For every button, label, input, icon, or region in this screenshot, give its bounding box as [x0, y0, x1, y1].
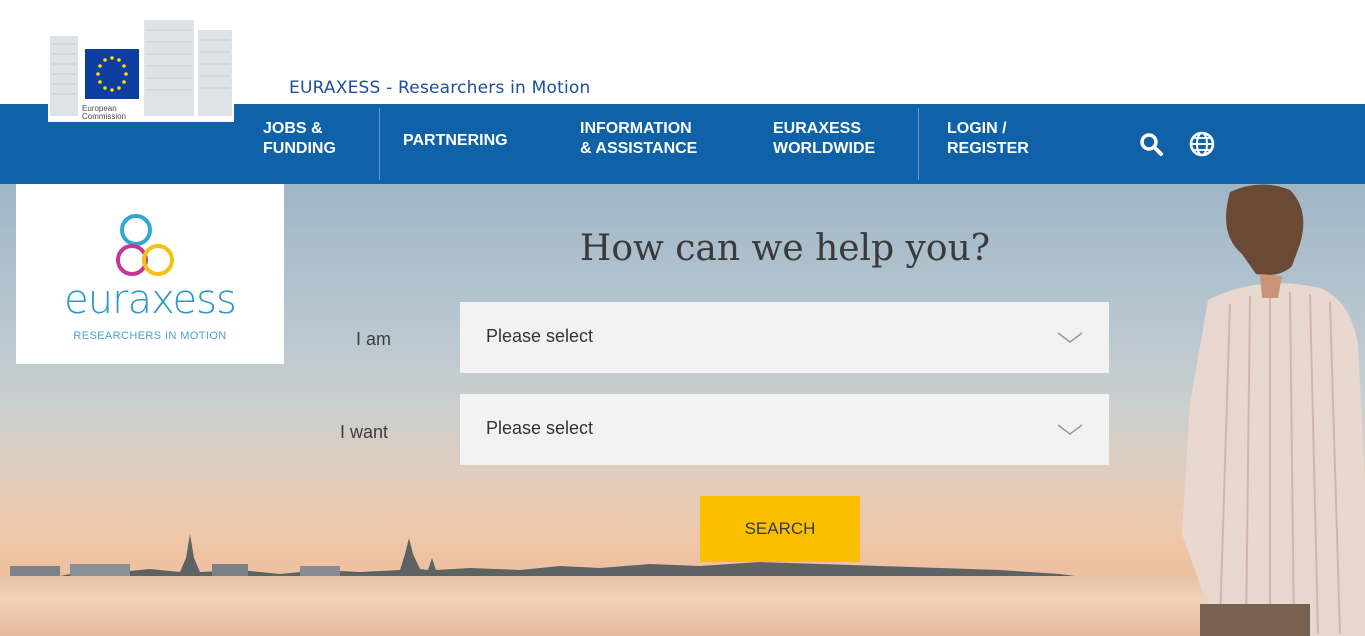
chevron-down-icon: [1057, 332, 1083, 343]
site-tagline[interactable]: EURAXESS - Researchers in Motion: [289, 78, 590, 98]
researcher-image: [1182, 184, 1365, 636]
i-am-value: Please select: [486, 326, 594, 346]
nav-login-register[interactable]: LOGIN / REGISTER: [947, 119, 1029, 159]
page-title: How can we help you?: [579, 228, 991, 269]
chevron-down-icon: [1057, 424, 1083, 435]
eu-flag-icon: [84, 48, 140, 100]
nav-information-assistance[interactable]: INFORMATION & ASSISTANCE: [580, 119, 697, 159]
logo-tagline: RESEARCHERS IN MOTION: [73, 330, 227, 342]
nav-divider: [379, 108, 380, 180]
euraxess-rings-icon: [116, 214, 174, 276]
site-header: European Commission EURAXESS - Researche…: [0, 0, 1365, 122]
euraxess-logo[interactable]: euraxess RESEARCHERS IN MOTION: [16, 184, 284, 364]
nav-jobs-funding[interactable]: JOBS & FUNDING: [263, 119, 336, 159]
i-am-select[interactable]: Please select: [460, 302, 1109, 373]
european-commission-logo[interactable]: European Commission: [48, 10, 234, 122]
org-name: European Commission: [82, 104, 127, 121]
logo-wordmark: euraxess: [64, 277, 237, 323]
nav-partnering[interactable]: PARTNERING: [403, 131, 508, 151]
search-button-label: SEARCH: [744, 519, 816, 538]
i-want-label: I want: [340, 422, 389, 442]
globe-icon[interactable]: [1188, 130, 1216, 158]
hero-section: euraxess RESEARCHERS IN MOTION How can w…: [0, 184, 1365, 636]
nav-divider: [918, 108, 919, 180]
i-am-label: I am: [356, 329, 392, 349]
i-want-value: Please select: [486, 418, 594, 438]
nav-euraxess-worldwide[interactable]: EURAXESS WORLDWIDE: [773, 119, 875, 159]
i-want-select[interactable]: Please select: [460, 394, 1109, 465]
search-icon[interactable]: [1137, 130, 1165, 158]
search-button[interactable]: SEARCH: [700, 496, 860, 562]
